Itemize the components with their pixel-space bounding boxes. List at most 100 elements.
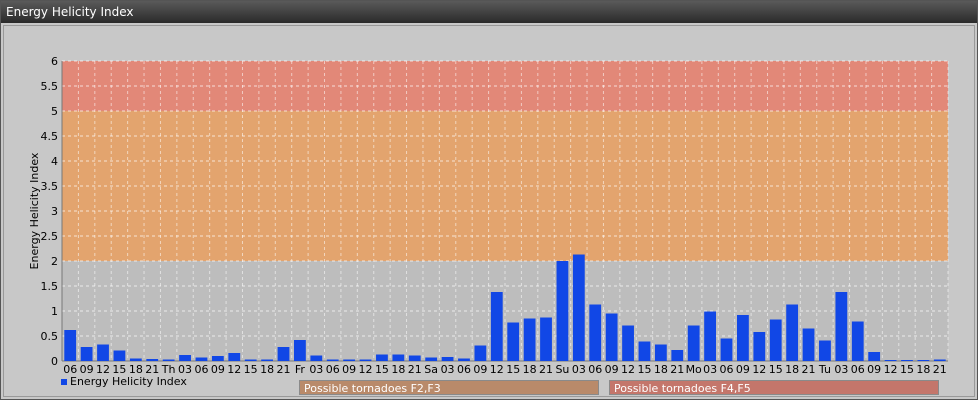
x-tick-label: 03 [572, 363, 586, 376]
x-tick-label: 09 [342, 363, 356, 376]
x-tick-label: 09 [211, 363, 225, 376]
x-tick-label: 12 [490, 363, 504, 376]
bar-32 [589, 304, 602, 361]
bar-50 [884, 360, 897, 361]
x-tick-label: 12 [227, 363, 241, 376]
bar-12 [261, 359, 273, 361]
bar-31 [572, 254, 585, 361]
bar-20 [392, 354, 405, 361]
bar-39 [704, 311, 716, 361]
x-tick-label: 09 [473, 363, 487, 376]
bar-42 [753, 332, 766, 361]
bar-33 [605, 313, 618, 361]
bar-6 [162, 359, 175, 361]
x-tick-label: 09 [736, 363, 750, 376]
bar-8 [195, 357, 208, 361]
bar-28 [523, 318, 536, 361]
x-tick-label: 15 [900, 363, 914, 376]
x-tick-label: 18 [391, 363, 405, 376]
bar-53 [933, 359, 946, 361]
x-tick-label: 06 [851, 363, 865, 376]
x-tick-label: 03 [309, 363, 323, 376]
x-tick-label: 06 [326, 363, 340, 376]
x-tick-label: 12 [752, 363, 766, 376]
bar-43 [769, 319, 782, 361]
x-tick-label: 15 [769, 363, 783, 376]
bar-17 [343, 359, 356, 361]
y-tick-label: 4.5 [41, 130, 59, 143]
x-tick-label: 06 [588, 363, 602, 376]
legend-bar-f2f3-label: Possible tornadoes F2,F3 [304, 382, 441, 395]
bar-25 [474, 345, 487, 361]
bar-5 [146, 359, 159, 361]
bar-19 [376, 354, 388, 361]
bar-7 [179, 355, 191, 361]
y-tick-label: 5 [51, 105, 58, 118]
bar-30 [556, 261, 569, 361]
bar-21 [408, 355, 421, 361]
bar-14 [294, 340, 306, 361]
bar-38 [687, 325, 700, 361]
x-tick-label: 21 [670, 363, 684, 376]
bar-52 [917, 360, 930, 361]
x-tick-label: Tu [818, 363, 831, 376]
ehi-chart: 00.511.522.533.544.555.56 06 09 12 15 18 21 Th… [28, 55, 949, 376]
series-legend-label: Energy Helicity Index [70, 375, 187, 388]
bar-22 [425, 357, 438, 361]
series-legend: Energy Helicity Index [61, 375, 187, 388]
y-tick-label: 2.5 [41, 230, 59, 243]
x-tick-label: 03 [703, 363, 717, 376]
bar-48 [851, 321, 864, 361]
bar-44 [786, 304, 799, 361]
bar-36 [654, 344, 667, 361]
bar-29 [540, 317, 552, 361]
legend-bar-f2f3: Possible tornadoes F2,F3 [299, 380, 599, 395]
x-tick-label: 03 [834, 363, 848, 376]
bar-40 [720, 338, 733, 361]
x-tick-label: 18 [260, 363, 274, 376]
y-tick-label: 1 [51, 305, 58, 318]
bar-26 [490, 292, 503, 361]
x-tick-label: Sa [424, 363, 438, 376]
x-tick-label: Su [555, 363, 569, 376]
bar-41 [737, 315, 749, 361]
x-tick-label: 06 [720, 363, 734, 376]
legend-bar-f4f5: Possible tornadoes F4,F5 [609, 380, 939, 395]
bar-47 [835, 292, 848, 361]
x-tick-label: 09 [605, 363, 619, 376]
bar-2 [97, 344, 109, 361]
x-tick-label: 18 [916, 363, 930, 376]
x-tick-label: 21 [933, 363, 947, 376]
x-tick-label: Fr [295, 363, 306, 376]
bar-24 [458, 358, 470, 361]
x-tick-label: 15 [244, 363, 258, 376]
chart-window: Energy Helicity Index 0 0.5 1 1.5 2 2.5 3 3.5 4 4… [0, 0, 978, 400]
bar-4 [129, 358, 142, 361]
x-tick-label: 18 [523, 363, 537, 376]
bar-13 [277, 347, 290, 361]
legend-bar-f4f5-label: Possible tornadoes F4,F5 [614, 382, 751, 395]
x-tick-label: 21 [408, 363, 422, 376]
bar-16 [326, 359, 339, 361]
series-legend-swatch [61, 379, 67, 385]
bar-46 [819, 340, 831, 361]
x-tick-label: 18 [654, 363, 668, 376]
x-tick-label: 21 [539, 363, 553, 376]
bar-11 [244, 359, 257, 361]
bar-15 [310, 355, 323, 361]
bar-45 [802, 328, 815, 361]
x-tick-label: Mo [686, 363, 702, 376]
y-tick-label: 2 [51, 255, 58, 268]
y-tick-label: 3 [51, 205, 58, 218]
x-tick-label: 12 [359, 363, 373, 376]
bar-10 [228, 353, 241, 361]
x-tick-label: 15 [375, 363, 389, 376]
bar-3 [113, 350, 126, 361]
x-tick-label: 21 [277, 363, 291, 376]
bar-9 [211, 356, 224, 361]
x-tick-label: 15 [506, 363, 520, 376]
y-tick-label: 6 [51, 55, 58, 68]
x-tick-label: 06 [457, 363, 471, 376]
bar-37 [671, 350, 684, 361]
x-tick-label: 15 [637, 363, 651, 376]
